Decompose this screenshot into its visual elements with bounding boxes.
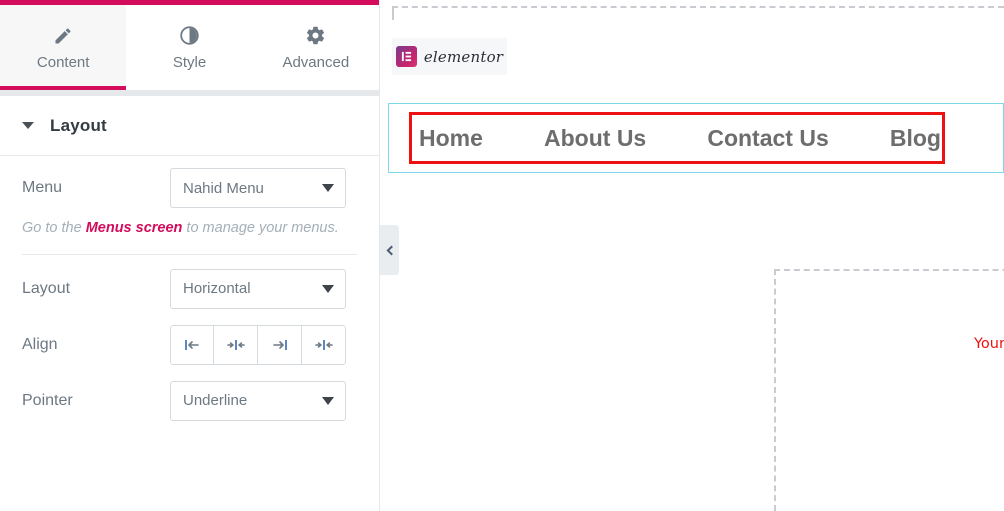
menu-item-home[interactable]: Home xyxy=(419,125,483,152)
nav-menu-list: Home About Us Contact Us Blog xyxy=(419,104,941,172)
menu-hint-prefix: Go to the xyxy=(22,220,86,236)
align-control-row: Align xyxy=(22,313,357,369)
contrast-icon xyxy=(179,25,200,47)
menu-hint-suffix: to manage your menus. xyxy=(182,220,339,236)
tab-style[interactable]: Style xyxy=(126,5,253,90)
pointer-select[interactable]: Underline xyxy=(170,380,346,421)
menu-label: Menu xyxy=(22,179,63,196)
section-guide-top xyxy=(392,6,1004,20)
chevron-down-icon xyxy=(322,284,334,293)
tab-advanced-label: Advanced xyxy=(282,53,350,71)
menu-item-about-us[interactable]: About Us xyxy=(544,125,646,152)
tab-advanced[interactable]: Advanced xyxy=(252,5,379,90)
align-justify-icon xyxy=(314,339,333,350)
align-right-icon xyxy=(272,339,287,350)
menu-select-value: Nahid Menu xyxy=(183,179,264,197)
layout-select[interactable]: Horizontal xyxy=(170,268,346,309)
align-label: Align xyxy=(22,335,58,353)
panel-tabs: Content Style Advanced xyxy=(0,5,379,90)
elementor-logo: elementor xyxy=(392,38,507,75)
nav-menu-widget[interactable]: Home About Us Contact Us Blog xyxy=(388,103,1004,173)
tab-content[interactable]: Content xyxy=(0,5,127,90)
menu-control-row: Menu Nahid Menu xyxy=(22,156,357,212)
menu-hint: Go to the Menus screen to manage your me… xyxy=(22,212,357,255)
chevron-down-icon xyxy=(322,396,334,405)
tab-style-label: Style xyxy=(172,53,207,71)
elementor-editor: Content Style Advanced Layout Menu Nahid… xyxy=(0,0,1004,511)
menu-item-contact-us[interactable]: Contact Us xyxy=(707,125,828,152)
pointer-label: Pointer xyxy=(22,391,73,409)
layout-section-header[interactable]: Layout xyxy=(0,96,379,156)
elementor-logo-text: elementor xyxy=(423,47,504,66)
layout-control-row: Layout Horizontal xyxy=(22,257,357,313)
align-center-icon xyxy=(226,339,245,350)
layout-section-title: Layout xyxy=(50,115,107,135)
layout-controls: Menu Nahid Menu Go to the Menus screen t… xyxy=(0,156,379,425)
menu-item-blog[interactable]: Blog xyxy=(890,125,941,152)
elementor-logo-icon xyxy=(395,46,417,67)
pointer-select-value: Underline xyxy=(183,392,248,410)
annotation-text: Your selected menu will appear here like… xyxy=(974,336,1004,352)
menus-screen-link[interactable]: Menus screen xyxy=(86,220,183,236)
align-justify-button[interactable] xyxy=(302,324,346,365)
pencil-icon xyxy=(53,25,73,47)
align-button-group xyxy=(170,324,346,365)
preview-canvas: elementor Home About Us Contact Us Blog … xyxy=(380,0,1004,511)
layout-label: Layout xyxy=(22,279,71,297)
chevron-left-icon xyxy=(386,245,396,255)
chevron-down-icon xyxy=(22,122,34,129)
pointer-control-row: Pointer Underline xyxy=(22,369,357,425)
panel-collapse-handle[interactable] xyxy=(380,225,399,275)
gear-icon xyxy=(305,25,326,47)
menu-select[interactable]: Nahid Menu xyxy=(170,168,346,208)
align-center-button[interactable] xyxy=(214,324,258,365)
align-left-icon xyxy=(185,339,199,350)
layout-select-value: Horizontal xyxy=(183,280,251,298)
section-guide-bottom xyxy=(774,269,1004,511)
align-right-button[interactable] xyxy=(258,324,302,365)
settings-sidebar: Content Style Advanced Layout Menu Nahid… xyxy=(0,0,380,511)
tab-content-label: Content xyxy=(36,53,90,71)
chevron-down-icon xyxy=(322,184,334,192)
align-left-button[interactable] xyxy=(170,324,214,365)
